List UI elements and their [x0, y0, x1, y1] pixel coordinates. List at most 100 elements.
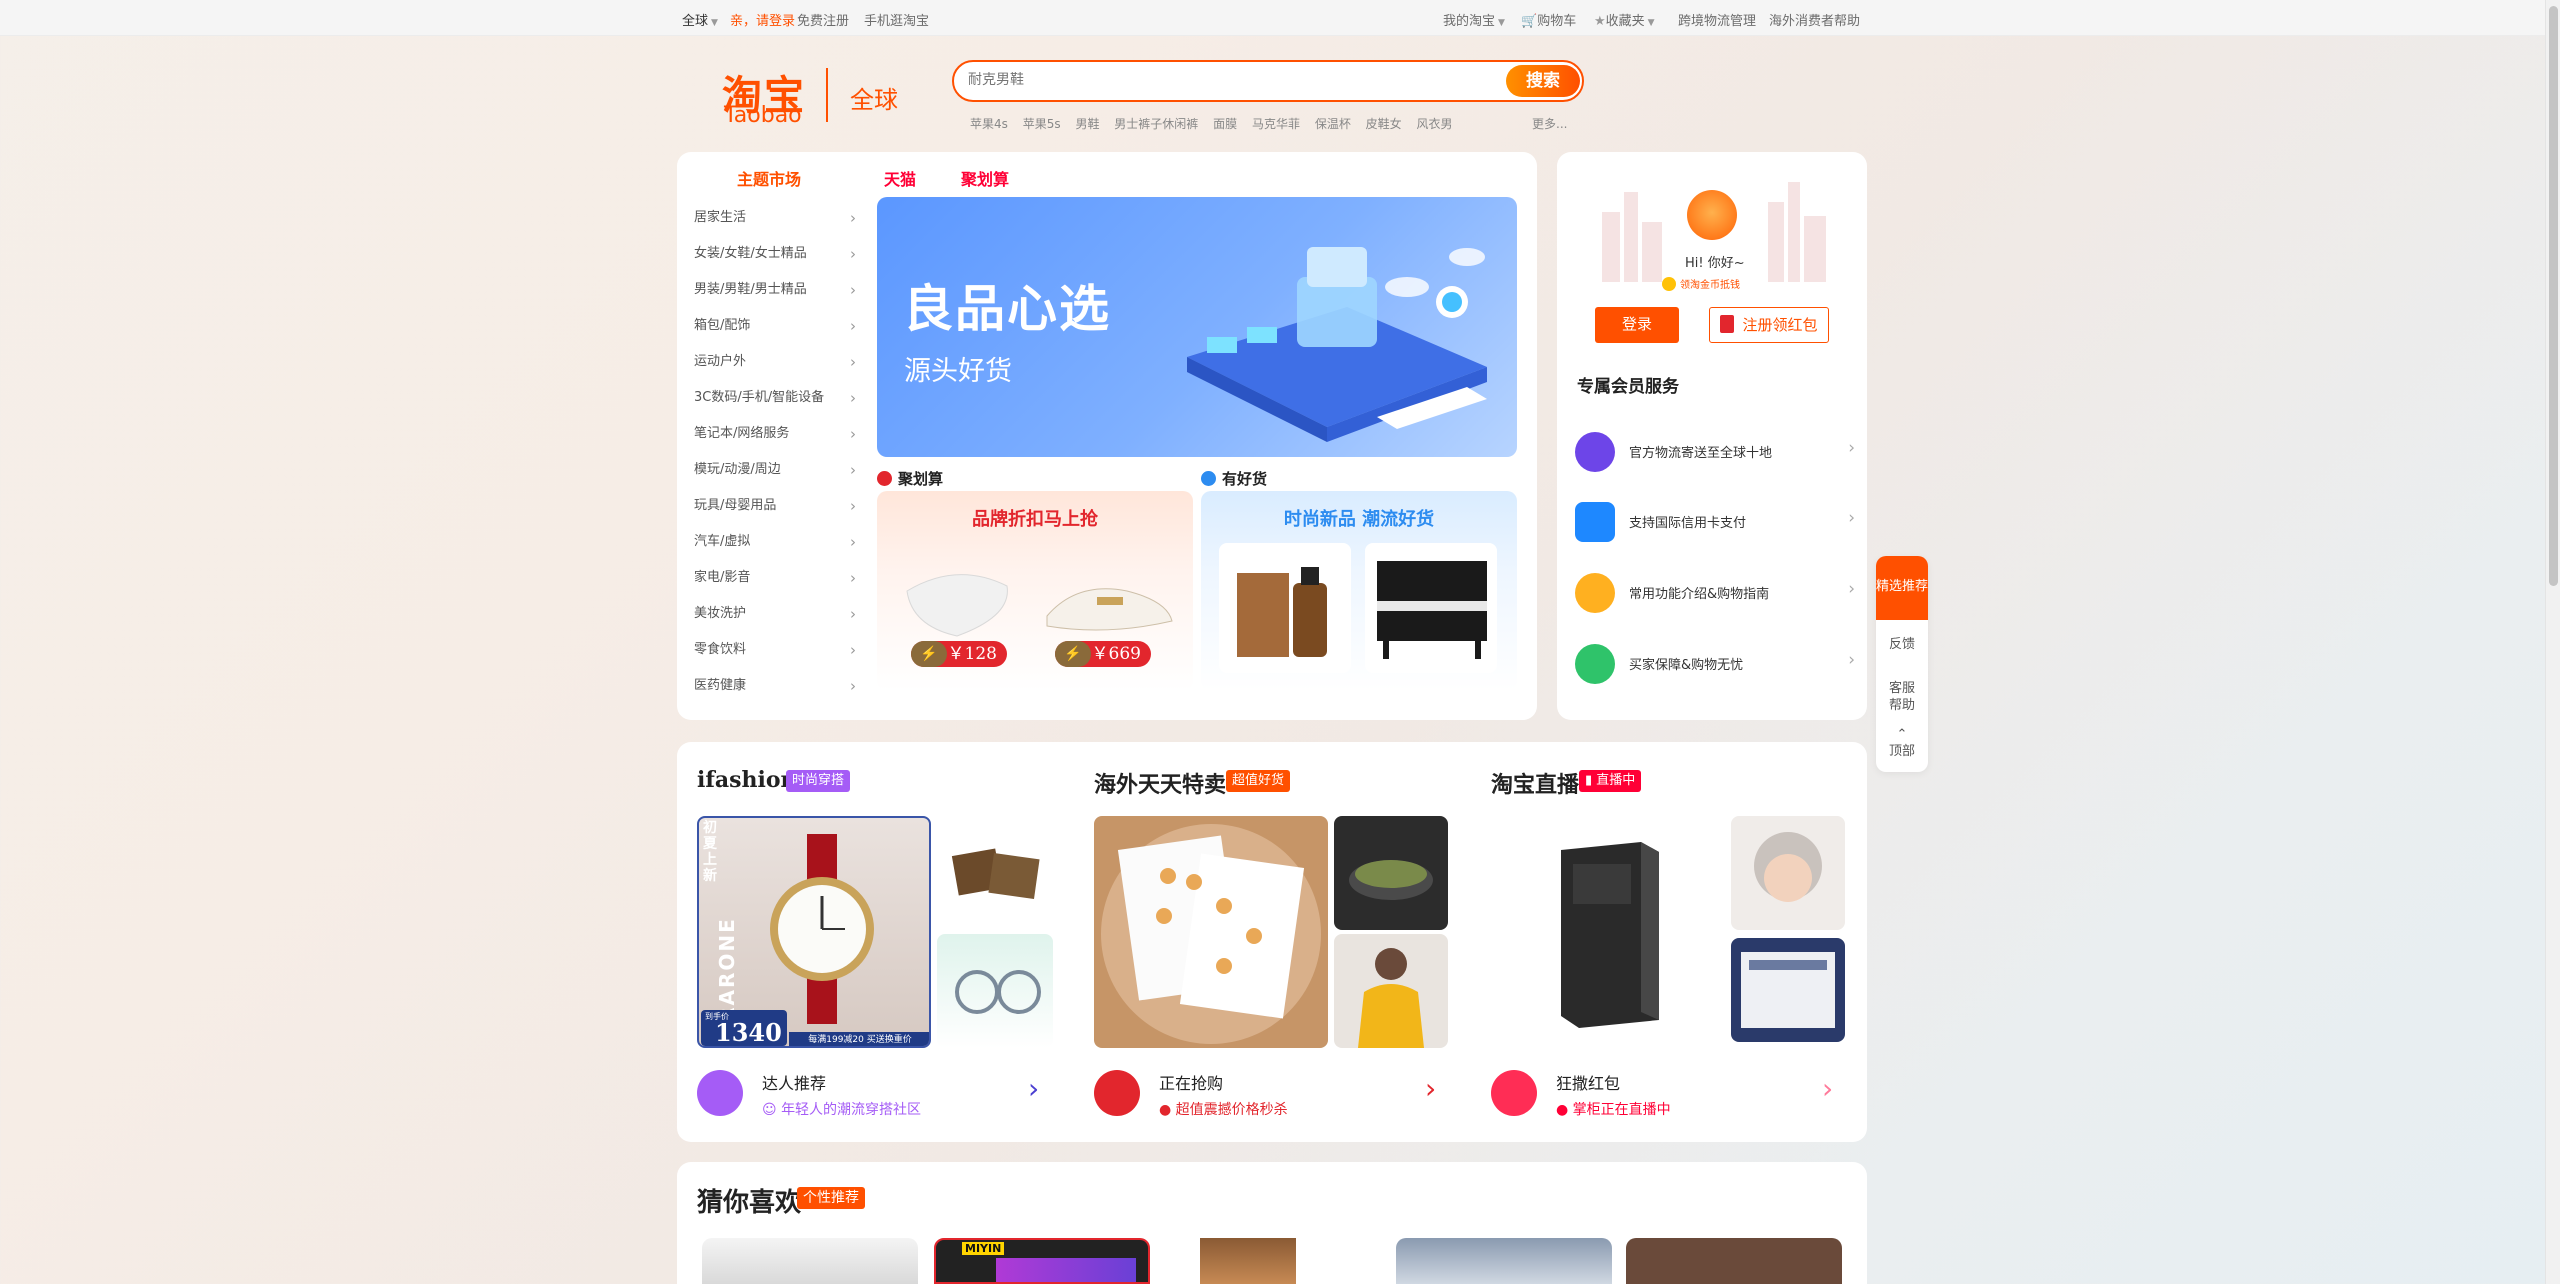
recommend-item[interactable] — [1166, 1238, 1382, 1284]
chevron-right-icon[interactable]: › — [1028, 1072, 1039, 1105]
live-redpacket-title[interactable]: 狂撒红包 — [1556, 1070, 1620, 1094]
login-link[interactable]: 亲，请登录 — [730, 10, 795, 29]
ifashion-title[interactable]: ifashion — [697, 767, 796, 793]
tab-theme-market[interactable]: 主题市场 — [737, 166, 801, 190]
hot-word[interactable]: 男鞋 — [1075, 117, 1099, 131]
talent-title[interactable]: 达人推荐 — [762, 1070, 826, 1094]
search-input[interactable] — [968, 72, 1448, 88]
category-item[interactable]: 美妆洗护 › — [694, 600, 856, 636]
recommend-button[interactable]: 精选推荐 — [1876, 556, 1928, 620]
category-item[interactable]: 医药健康 › — [694, 672, 856, 708]
juhuasuan-label[interactable]: 聚划算 — [877, 468, 943, 489]
hot-word[interactable]: 男士裤子休闲裤 — [1114, 117, 1198, 131]
recommend-item[interactable] — [1626, 1238, 1842, 1284]
category-item[interactable]: 家电/影音 › — [694, 564, 856, 600]
category-item[interactable]: 笔记本/网络服务 › — [694, 420, 856, 456]
hot-word[interactable]: 保温杯 — [1315, 117, 1351, 131]
hot-word[interactable]: 风衣男 — [1417, 117, 1453, 131]
hot-word[interactable]: 面膜 — [1213, 117, 1237, 131]
service-item[interactable]: 官方物流寄送至全球十地 › — [1575, 428, 1855, 476]
flash-sale-title[interactable]: 正在抢购 — [1159, 1070, 1223, 1094]
service-item[interactable]: 买家保障&购物无忧 › — [1575, 640, 1855, 688]
help-link[interactable]: 海外消费者帮助 — [1769, 10, 1860, 29]
recommend-item[interactable] — [702, 1238, 918, 1284]
category-item[interactable]: 零食饮料 › — [694, 636, 856, 672]
recommend-item[interactable] — [1396, 1238, 1612, 1284]
tab-tmall[interactable]: 天猫 — [884, 166, 916, 190]
product-tile[interactable] — [937, 816, 1053, 928]
chevron-right-icon: › — [850, 317, 856, 335]
favorites-link[interactable]: ★收藏夹 ▼ — [1594, 10, 1655, 29]
region-selector[interactable]: 全球 ▼ — [682, 10, 718, 29]
recommend-item[interactable]: MIYIN — [934, 1238, 1150, 1284]
category-label: 汽车/虚拟 — [694, 534, 751, 549]
sticker-tile[interactable] — [1094, 816, 1328, 1048]
bottle-image — [1237, 567, 1327, 657]
coin-link[interactable]: 领淘金币抵钱 — [1662, 276, 1740, 291]
product-tile[interactable] — [937, 934, 1053, 1048]
category-item[interactable]: 汽车/虚拟 › — [694, 528, 856, 564]
overseas-sale-title[interactable]: 海外天天特卖 — [1094, 767, 1226, 799]
category-label: 玩具/母婴用品 — [694, 498, 777, 513]
service-item[interactable]: 支持国际信用卡支付 › — [1575, 498, 1855, 546]
hero-banner[interactable]: 良品心选 源头好货 — [877, 197, 1517, 457]
youhaohuo-label[interactable]: 有好货 — [1201, 468, 1267, 489]
product-tile[interactable] — [1334, 934, 1448, 1048]
chevron-right-icon[interactable]: › — [1822, 1072, 1833, 1105]
juhuasuan-icon — [877, 471, 892, 486]
category-item[interactable]: 居家生活 › — [694, 204, 856, 240]
youhaohuo-card[interactable]: 时尚新品 潮流好货 — [1201, 491, 1517, 691]
scrollbar-thumb[interactable] — [2549, 6, 2558, 586]
page-scrollbar[interactable] — [2545, 0, 2560, 1284]
chevron-right-icon: › — [850, 425, 856, 443]
logistics-link[interactable]: 跨境物流管理 — [1678, 10, 1756, 29]
credit-card-icon — [1575, 502, 1615, 542]
hot-words-more[interactable]: 更多... — [1532, 115, 1567, 132]
avatar[interactable] — [1687, 190, 1737, 240]
search-button[interactable]: 搜索 — [1506, 65, 1580, 97]
hot-word[interactable]: 苹果4s — [970, 117, 1008, 131]
chevron-right-icon[interactable]: › — [1425, 1072, 1436, 1105]
login-button[interactable]: 登录 — [1595, 307, 1679, 343]
compass-icon — [1575, 573, 1615, 613]
cart-link[interactable]: 🛒购物车 — [1521, 10, 1576, 29]
register-link[interactable]: 免费注册 — [797, 10, 849, 29]
hair-model-image — [1200, 1238, 1296, 1284]
category-item[interactable]: 模玩/动漫/周边 › — [694, 456, 856, 492]
chevron-right-icon: › — [1848, 508, 1855, 528]
product-tile[interactable] — [1731, 938, 1845, 1042]
chevron-right-icon: › — [850, 533, 856, 551]
taobao-logo[interactable]: 淘宝 Taobao — [722, 63, 812, 128]
shield-icon — [1575, 644, 1615, 684]
product-tile[interactable] — [1731, 816, 1845, 930]
register-redpacket-button[interactable]: 注册领红包 — [1709, 307, 1829, 343]
register-label: 注册领红包 — [1742, 316, 1818, 334]
product-tile[interactable] — [1334, 816, 1448, 930]
category-item[interactable]: 男装/男鞋/男士精品 › — [694, 276, 856, 312]
back-to-top-button[interactable]: ⌃ 顶部 — [1876, 726, 1928, 760]
category-label: 笔记本/网络服务 — [694, 426, 790, 441]
juhuasuan-card[interactable]: 品牌折扣马上抢 ⚡ ￥128 ⚡ ￥669 — [877, 491, 1193, 691]
my-taobao-link[interactable]: 我的淘宝 ▼ — [1443, 10, 1505, 29]
pc-tile[interactable] — [1491, 816, 1725, 1048]
category-item[interactable]: 玩具/母婴用品 › — [694, 492, 856, 528]
tab-juhuasuan[interactable]: 聚划算 — [961, 166, 1009, 190]
chevron-right-icon: › — [850, 281, 856, 299]
category-item[interactable]: 箱包/配饰 › — [694, 312, 856, 348]
hot-word[interactable]: 皮鞋女 — [1366, 117, 1402, 131]
logo-divider — [826, 68, 828, 122]
flash-sale-subtitle-text: 超值震撼价格秒杀 — [1175, 1102, 1288, 1118]
hot-word[interactable]: 马克华菲 — [1252, 117, 1300, 131]
hot-word[interactable]: 苹果5s — [1023, 117, 1061, 131]
live-title[interactable]: 淘宝直播 — [1491, 767, 1579, 799]
smile-icon: ☺ — [762, 1102, 777, 1118]
chevron-right-icon: › — [850, 677, 856, 695]
customer-service-button[interactable]: 客服帮助 — [1876, 680, 1928, 714]
category-item[interactable]: 女装/女鞋/女士精品 › — [694, 240, 856, 276]
service-item[interactable]: 常用功能介绍&购物指南 › — [1575, 569, 1855, 617]
mobile-taobao-link[interactable]: 手机逛淘宝 — [864, 10, 929, 29]
category-item[interactable]: 运动户外 › — [694, 348, 856, 384]
category-item[interactable]: 3C数码/手机/智能设备 › — [694, 384, 856, 420]
watch-tile[interactable]: 初夏上新 RARONE 到手价 1340 每满199减20 买送换重价 — [697, 816, 931, 1048]
feedback-button[interactable]: 反馈 — [1876, 636, 1928, 653]
